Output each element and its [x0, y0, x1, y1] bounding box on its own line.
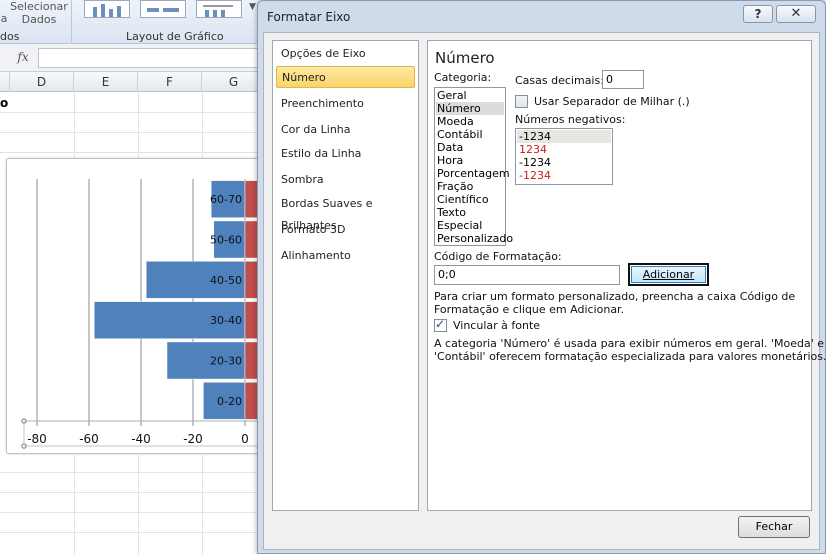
category-label: Categoria: — [434, 71, 492, 84]
format-code-input[interactable]: 0;0 — [434, 265, 620, 285]
x-tick-label: -40 — [131, 432, 151, 446]
select-data-label: Selecionar — [10, 0, 68, 13]
format-axis-dialog: Formatar Eixo ? ✕ Opções de Eixo Número … — [257, 0, 826, 554]
category-item[interactable]: Moeda — [436, 115, 504, 128]
gallery-more-icon[interactable]: ▼ — [249, 2, 256, 12]
category-item[interactable]: Especial — [436, 219, 504, 232]
link-to-source-label: Vincular à fonte — [453, 319, 541, 332]
category-item[interactable]: Data — [436, 141, 504, 154]
nav-item-shadow[interactable]: Sombra — [276, 169, 415, 191]
category-info-line1: A categoria 'Número' é usada para exibir… — [434, 337, 824, 350]
negative-format-item[interactable]: -1234 — [517, 156, 611, 169]
x-tick-label: -80 — [27, 432, 47, 446]
ribbon-group-data: dos — [0, 30, 20, 43]
category-item-selected[interactable]: Número — [436, 102, 504, 115]
category-item[interactable]: Científico — [436, 193, 504, 206]
category-item[interactable]: Personalizado — [436, 232, 513, 245]
category-label: 40-50 — [210, 274, 242, 287]
help-button[interactable]: ? — [743, 5, 773, 23]
decimal-places-input[interactable]: 0 — [602, 70, 644, 89]
x-tick-label: -20 — [183, 432, 203, 446]
layout-thumbnail-1[interactable] — [84, 0, 130, 18]
nav-item-fill[interactable]: Preenchimento — [276, 93, 415, 115]
category-item[interactable]: Contábil — [436, 128, 504, 141]
column-header-partial[interactable] — [0, 72, 10, 92]
layout-thumbnail-2[interactable] — [140, 0, 186, 18]
category-label: 20-30 — [210, 355, 242, 368]
category-label: 50-60 — [210, 234, 242, 247]
x-tick-label: -60 — [79, 432, 99, 446]
negative-numbers-label: Números negativos: — [515, 113, 626, 126]
close-button[interactable]: Fechar — [738, 516, 810, 538]
column-header-f[interactable]: F — [138, 72, 202, 92]
nav-item-axis-options[interactable]: Opções de Eixo — [276, 43, 415, 65]
custom-format-help-line2: Formatação e clique em Adicionar. — [434, 303, 625, 316]
format-code-label: Código de Formatação: — [434, 250, 562, 263]
select-data-button[interactable]: Selecionar Dados — [10, 0, 68, 26]
category-item[interactable]: Texto — [436, 206, 504, 219]
category-item[interactable]: Porcentagem — [436, 167, 510, 180]
category-list[interactable]: Geral Número Moeda Contábil Data Hora Po… — [434, 87, 513, 246]
ribbon-separator — [71, 0, 72, 44]
category-item[interactable]: Fração — [436, 180, 504, 193]
nav-item-line-style[interactable]: Estilo da Linha — [276, 143, 415, 165]
cell-text: o — [0, 96, 9, 110]
nav-item-glow-soft-edges[interactable]: Bordas Suaves e Brilhantes — [276, 193, 415, 232]
column-header-d[interactable]: D — [10, 72, 74, 92]
data-label: Dados — [21, 13, 57, 26]
nav-item-number[interactable]: Número — [276, 66, 415, 88]
custom-format-help-line1: Para criar um formato personalizado, pre… — [434, 290, 796, 303]
ribbon-group-chart-layout: Layout de Gráfico — [126, 30, 224, 43]
pyramid-chart[interactable]: 0-20 20-30 30-40 40-50 50-60 60-70 -80 -60 -40 -2… — [7, 159, 269, 455]
category-label: 30-40 — [210, 314, 242, 327]
nav-item-alignment[interactable]: Alinhamento — [276, 245, 415, 267]
close-icon[interactable]: ✕ — [776, 5, 816, 23]
negative-format-item[interactable]: 1234 — [517, 143, 611, 156]
dialog-title: Formatar Eixo — [267, 10, 351, 24]
x-tick-label: 0 — [241, 432, 249, 446]
negative-format-item[interactable]: -1234 — [517, 130, 611, 143]
thousands-separator-checkbox[interactable] — [515, 95, 528, 108]
panel-title: Número — [435, 49, 495, 67]
nav-item-3d-format[interactable]: Formato 3D — [276, 219, 415, 241]
link-to-source-checkbox[interactable] — [434, 317, 447, 332]
nav-list: Opções de Eixo Número Preenchimento Cor … — [272, 40, 419, 511]
negative-numbers-list[interactable]: -1234 1234 -1234 -1234 — [515, 128, 613, 185]
formula-input[interactable] — [38, 48, 268, 68]
add-button-label: Adicionar — [631, 266, 706, 283]
insert-function-icon[interactable]: fx — [10, 50, 36, 68]
category-item[interactable]: Hora — [436, 154, 504, 167]
ribbon-partial-label: a — [0, 12, 8, 25]
decimal-places-label: Casas decimais: — [515, 74, 604, 87]
category-label: 60-70 — [210, 193, 242, 206]
category-item[interactable]: Geral — [436, 89, 504, 102]
add-button[interactable]: Adicionar — [628, 263, 709, 286]
chart-area[interactable]: 0-20 20-30 30-40 40-50 50-60 60-70 -80 -60 -40 -2… — [6, 158, 269, 455]
layout-thumbnail-3[interactable] — [196, 0, 242, 18]
negative-format-item[interactable]: -1234 — [517, 169, 611, 182]
nav-item-line-color[interactable]: Cor da Linha — [276, 119, 415, 141]
column-header-e[interactable]: E — [74, 72, 138, 92]
category-info-line2: 'Contábil' oferecem formatação especiali… — [434, 350, 826, 363]
thousands-separator-label: Usar Separador de Milhar (.) — [534, 95, 690, 108]
category-label: 0-20 — [217, 395, 242, 408]
